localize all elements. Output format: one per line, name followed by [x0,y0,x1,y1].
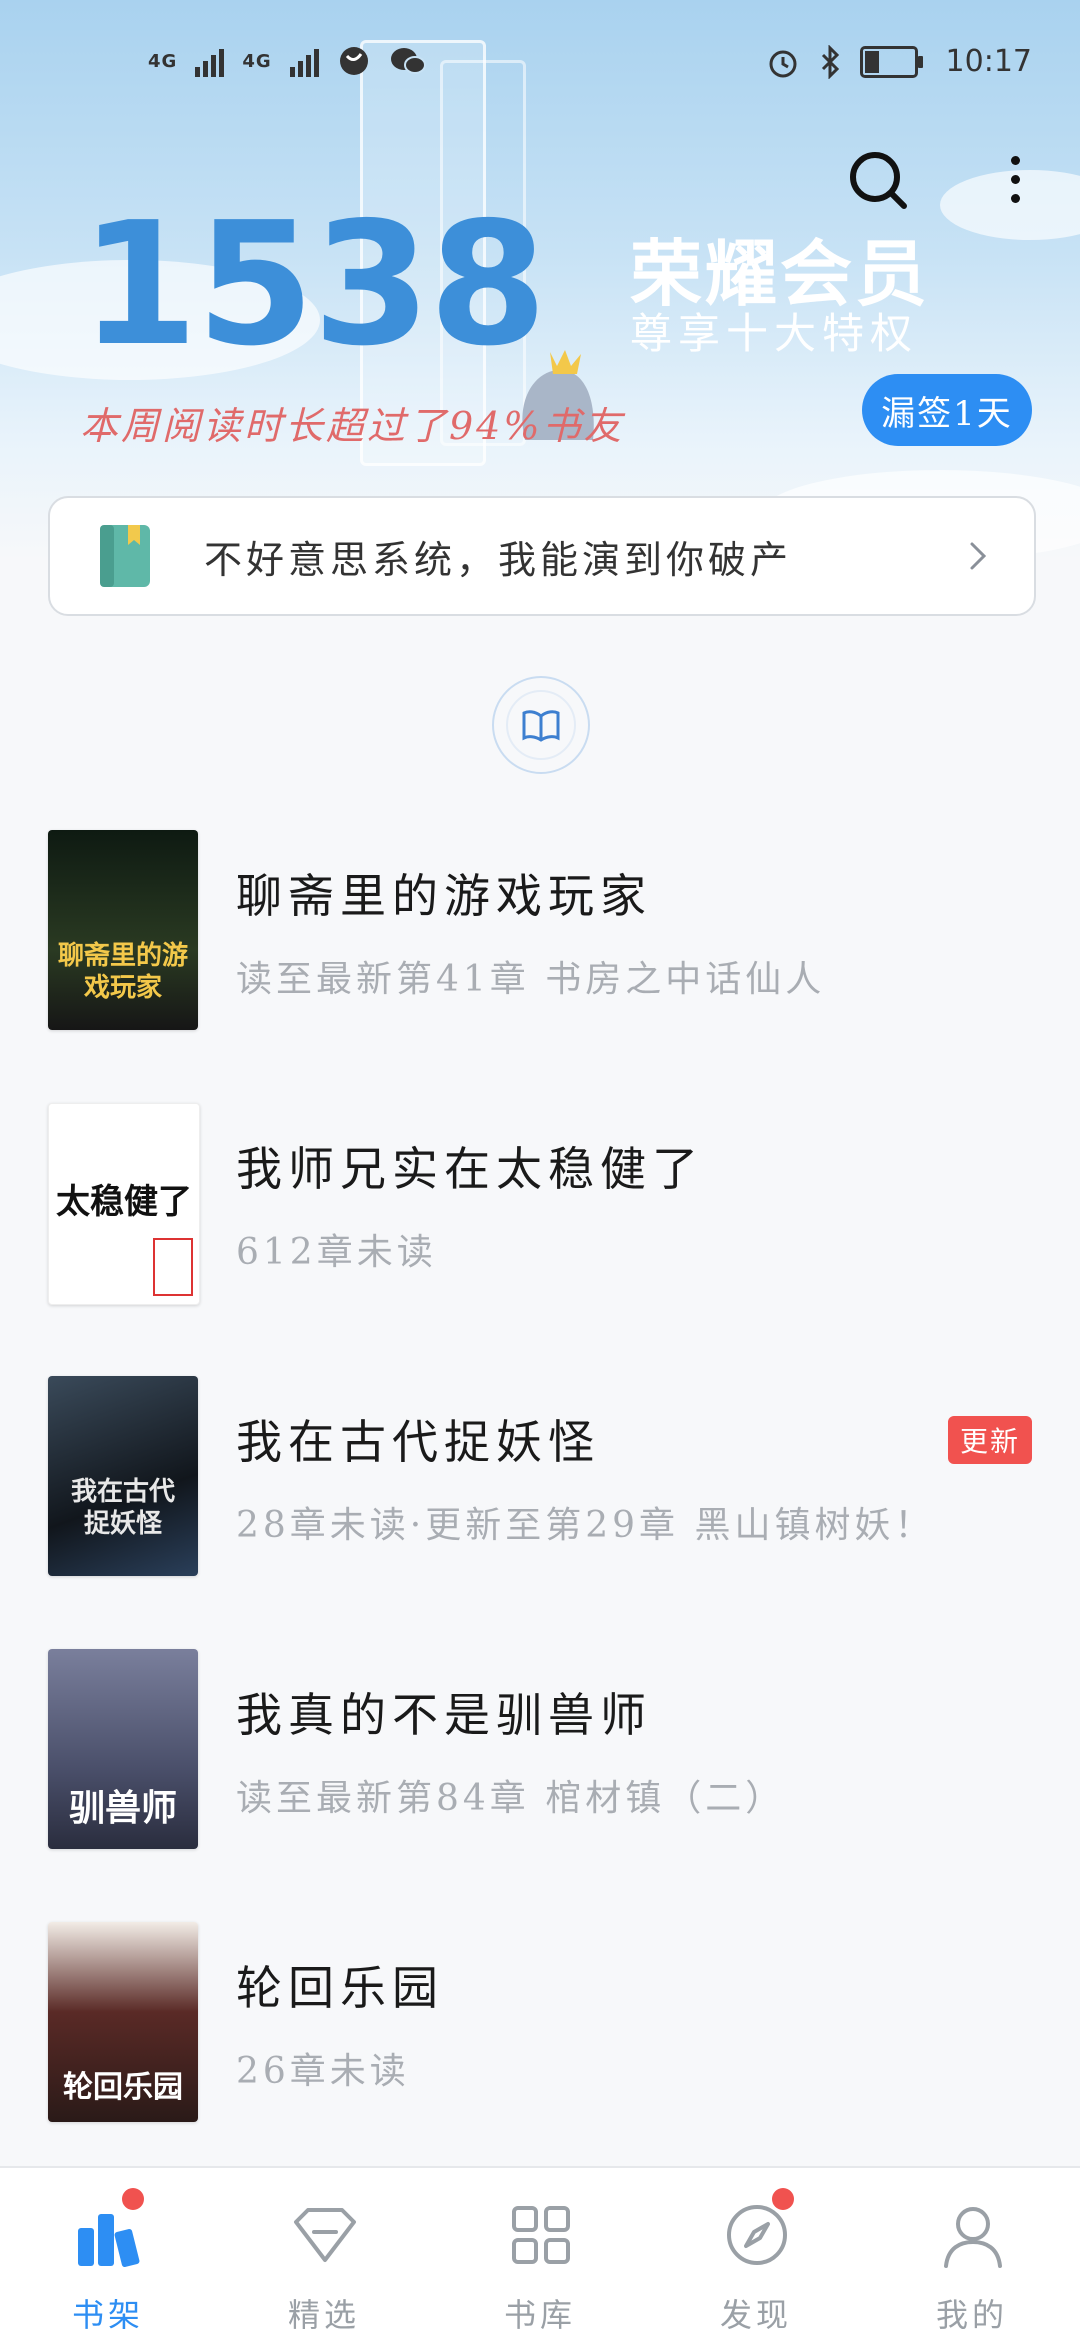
vip-subtitle[interactable]: 尊享十大特权 [630,300,918,361]
signal-icon [195,45,225,77]
book-progress: 读至最新第41章 书房之中话仙人 [236,959,826,1000]
signal-icon [289,45,319,77]
cover-title: 轮回乐园 [63,2070,183,2105]
tab-discover[interactable]: 发现 [648,2168,864,2342]
recommend-card[interactable]: 不好意思系统，我能演到你破产 [48,496,1036,616]
clock-time: 10:17 [945,44,1032,79]
compass-icon [727,2205,787,2265]
book-progress: 读至最新第84章 棺材镇（二） [236,1778,786,1819]
diamond-icon [294,2208,356,2262]
cover-title: 驯兽师 [68,1788,177,1829]
recommend-text: 不好意思系统，我能演到你破产 [204,537,793,582]
book-title: 我真的不是驯兽师 [236,1688,652,1742]
tab-library[interactable]: 书库 [432,2168,648,2342]
book-title: 我师兄实在太稳健了 [236,1142,704,1196]
tab-profile[interactable]: 我的 [864,2168,1080,2342]
grid-icon [512,2206,570,2264]
person-icon [944,2207,1002,2268]
book-cover: 驯兽师 [48,1649,198,1849]
bluetooth-icon [821,44,839,79]
book-list-item[interactable]: 太稳健了 我师兄实在太稳健了 612章未读 [0,1103,1080,1323]
book-list-item[interactable]: 聊斋里的游戏玩家 聊斋里的游戏玩家 读至最新第41章 书房之中话仙人 [0,830,1080,1050]
open-book-button[interactable] [492,676,590,774]
book-title: 我在古代捉妖怪 [236,1415,600,1469]
bottom-tab-bar: 书架 精选 书库 发现 我的 [0,2166,1080,2342]
tab-label: 书架 [71,2296,144,2334]
cover-seal [153,1238,193,1296]
tab-label: 精选 [287,2296,360,2334]
tab-featured[interactable]: 精选 [216,2168,432,2342]
chevron-right-icon [970,542,987,570]
book-progress: 612章未读 [236,1232,437,1273]
browser-icon [339,47,368,75]
notification-dot [122,2188,144,2210]
book-progress: 26章未读 [236,2051,410,2092]
bookshelf-icon [78,2214,140,2268]
notification-dot [772,2188,794,2210]
cover-title: 聊斋里的游戏玩家 [57,941,188,1003]
book-icon [100,525,150,587]
checkin-button[interactable]: 漏签1天 [862,374,1032,446]
open-book-icon [522,710,560,742]
update-badge: 更新 [948,1416,1032,1464]
alarm-icon [769,50,797,77]
book-cover: 轮回乐园 [48,1922,198,2122]
search-icon[interactable] [848,150,908,210]
reading-stat-text: 本周阅读时长超过了94%书友 [80,404,625,448]
book-list-item[interactable]: 驯兽师 我真的不是驯兽师 读至最新第84章 棺材镇（二） [0,1649,1080,1869]
book-cover: 聊斋里的游戏玩家 [48,830,198,1030]
signal-label: 4G [242,50,272,72]
wechat-icon [390,48,426,74]
book-list-item[interactable]: 我在古代捉妖怪 我在古代捉妖怪 更新 28章未读·更新至第29章 黑山镇树妖！ [0,1376,1080,1596]
more-menu-icon[interactable] [1000,150,1030,210]
tab-label: 书库 [503,2296,576,2334]
book-list-item[interactable]: 轮回乐园 轮回乐园 26章未读 [0,1922,1080,2142]
book-cover: 我在古代捉妖怪 [48,1376,198,1576]
cover-title: 太稳健了 [56,1182,192,1222]
battery-icon [859,45,923,78]
book-cover: 太稳健了 [48,1103,200,1305]
tab-bookshelf[interactable]: 书架 [0,2168,216,2342]
status-bar: 4G 4G 10:17 [0,40,1080,96]
signal-label: 4G [148,50,178,72]
cover-title: 我在古代捉妖怪 [70,1477,175,1539]
reading-minutes: 1538 [80,186,547,384]
book-title: 聊斋里的游戏玩家 [236,869,652,923]
tab-label: 我的 [935,2296,1008,2334]
book-progress: 28章未读·更新至第29章 黑山镇树妖！ [236,1505,935,1546]
tab-label: 发现 [719,2296,792,2334]
book-title: 轮回乐园 [236,1961,444,2015]
